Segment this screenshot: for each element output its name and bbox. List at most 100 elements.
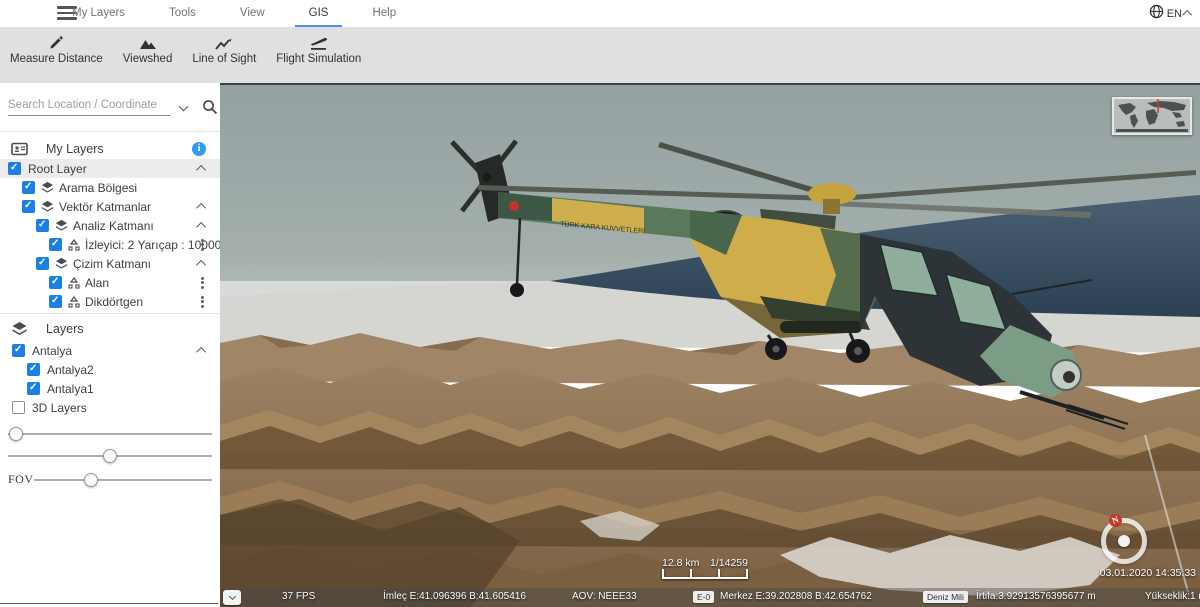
my-layers-header: My Layers i [0, 137, 220, 161]
tree-row-label: Alan [85, 276, 109, 290]
fov-slider: FOV [8, 473, 212, 487]
layers-icon [55, 219, 68, 232]
tree-row-alan[interactable]: Alan [0, 273, 220, 292]
menu-tab-help[interactable]: Help [350, 0, 418, 27]
status-bar: 37 FPS İmleç E:41.096396 B:41.605416 AOV… [220, 588, 1200, 607]
menu-tab-tools[interactable]: Tools [147, 0, 218, 27]
line-of-sight-button[interactable]: Line of Sight [182, 31, 266, 67]
checkbox[interactable] [12, 344, 25, 357]
checkbox[interactable] [49, 276, 62, 289]
ribbon-button-label: Line of Sight [192, 53, 256, 65]
menu-tabs: My Layers Tools View GIS Help [50, 0, 418, 27]
airplane-takeoff-icon [310, 33, 328, 51]
ribbon-button-label: Measure Distance [10, 53, 103, 65]
terrain-scene: TÜRK KARA KUVVETLERİ [220, 85, 1200, 607]
checkbox[interactable] [27, 363, 40, 376]
menu-tab-gis[interactable]: GIS [287, 0, 351, 27]
hierarchy-node-icon [68, 296, 80, 308]
map-3d-viewport[interactable]: TÜRK KARA KUVVETLERİ [220, 83, 1200, 607]
menu-tab-view[interactable]: View [218, 0, 287, 27]
layer-row-3d-layers[interactable]: 3D Layers [0, 398, 220, 417]
chevron-up-icon [1182, 10, 1192, 20]
collapse-chevron-icon[interactable] [196, 203, 206, 213]
layers-icon [41, 200, 54, 213]
layers-icon [41, 181, 54, 194]
menu-bar: My Layers Tools View GIS Help EN [0, 0, 1200, 27]
tree-row-analiz-katmani[interactable]: Analiz Katmanı [0, 216, 220, 235]
collapse-chevron-icon[interactable] [196, 222, 206, 232]
tree-row-root-layer[interactable]: Root Layer [0, 159, 220, 178]
divider [0, 131, 220, 132]
scale-ruler [662, 571, 748, 579]
tree-row-label: Arama Bölgesi [59, 181, 137, 195]
language-label: EN [1167, 8, 1182, 20]
datetime-display: 03.01.2020 14:35:33 [1100, 567, 1196, 579]
menu-tab-my-layers[interactable]: My Layers [50, 0, 147, 27]
overview-world-map[interactable] [1112, 97, 1192, 135]
checkbox[interactable] [36, 219, 49, 232]
slider-handle[interactable] [84, 473, 98, 487]
collapse-chevron-icon[interactable] [196, 165, 206, 175]
kebab-menu-icon[interactable] [201, 294, 204, 309]
kebab-menu-icon[interactable] [201, 275, 204, 290]
slider-handle[interactable] [103, 449, 117, 463]
mode-badge[interactable]: E-0 [693, 591, 714, 603]
zigzag-arrow-icon [215, 33, 233, 51]
ribbon-toolbar: Measure Distance Viewshed Line of Sight … [0, 27, 1200, 83]
compass[interactable]: N [1101, 518, 1147, 564]
tree-row-vektor-katmanlar[interactable]: Vektör Katmanlar [0, 197, 220, 216]
checkbox[interactable] [49, 238, 62, 251]
search-dropdown-chevron-icon[interactable] [179, 102, 189, 112]
flight-simulation-button[interactable]: Flight Simulation [266, 31, 371, 67]
my-layers-title: My Layers [46, 142, 104, 156]
tree-row-izleyici[interactable]: İzleyici: 2 Yarıçap : 10000 [0, 235, 220, 254]
collapse-chevron-icon[interactable] [196, 347, 206, 357]
tree-row-cizim-katmani[interactable]: Çizim Katmanı [0, 254, 220, 273]
search-row [8, 95, 212, 121]
checkbox[interactable] [49, 295, 62, 308]
tree-row-dikdortgen[interactable]: Dikdörtgen [0, 292, 220, 311]
info-icon[interactable]: i [192, 142, 206, 156]
statusbar-collapse-button[interactable] [223, 590, 241, 605]
layer-row-antalya2[interactable]: Antalya2 [0, 360, 220, 379]
slider-track[interactable] [8, 433, 212, 435]
kebab-menu-icon[interactable] [201, 237, 204, 252]
unit-badge[interactable]: Deniz Mili [923, 591, 968, 603]
base-layers-list: Antalya Antalya2 Antalya1 3D Layers [0, 341, 220, 417]
viewshed-button[interactable]: Viewshed [113, 31, 183, 67]
checkbox[interactable] [8, 162, 21, 175]
scale-ratio-label: 1/14259 [710, 557, 748, 569]
tree-row-label: Analiz Katmanı [73, 219, 154, 233]
checkbox[interactable] [22, 200, 35, 213]
slider-handle[interactable] [9, 427, 23, 441]
measure-distance-button[interactable]: Measure Distance [0, 31, 113, 67]
collapse-chevron-icon[interactable] [196, 260, 206, 270]
slider-track[interactable] [34, 479, 212, 481]
pencil-icon [48, 33, 64, 51]
mountain-icon [139, 33, 157, 51]
layer-tree: Root Layer Arama Bölgesi Vektör Katmanla… [0, 159, 220, 311]
search-icon[interactable] [202, 99, 218, 120]
scale-distance-label: 12.8 km [662, 557, 699, 569]
id-card-icon [10, 141, 28, 157]
language-selector[interactable]: EN [1149, 0, 1192, 27]
checkbox[interactable] [27, 382, 40, 395]
tree-row-arama-bolgesi[interactable]: Arama Bölgesi [0, 178, 220, 197]
tree-row-label: Vektör Katmanlar [59, 200, 151, 214]
layer-row-label: 3D Layers [32, 401, 87, 415]
layers-icon [55, 257, 68, 270]
layer-row-antalya1[interactable]: Antalya1 [0, 379, 220, 398]
layer-row-label: Antalya2 [47, 363, 94, 377]
hierarchy-node-icon [68, 277, 80, 289]
tree-row-label: Dikdörtgen [85, 295, 143, 309]
divider [0, 313, 220, 314]
layers-icon [10, 321, 28, 337]
ribbon-button-label: Flight Simulation [276, 53, 361, 65]
search-input[interactable] [8, 96, 170, 116]
slider-2 [8, 449, 212, 463]
checkbox[interactable] [22, 181, 35, 194]
layer-row-antalya[interactable]: Antalya [0, 341, 220, 360]
slider-1 [8, 427, 212, 441]
checkbox[interactable] [12, 401, 25, 414]
checkbox[interactable] [36, 257, 49, 270]
